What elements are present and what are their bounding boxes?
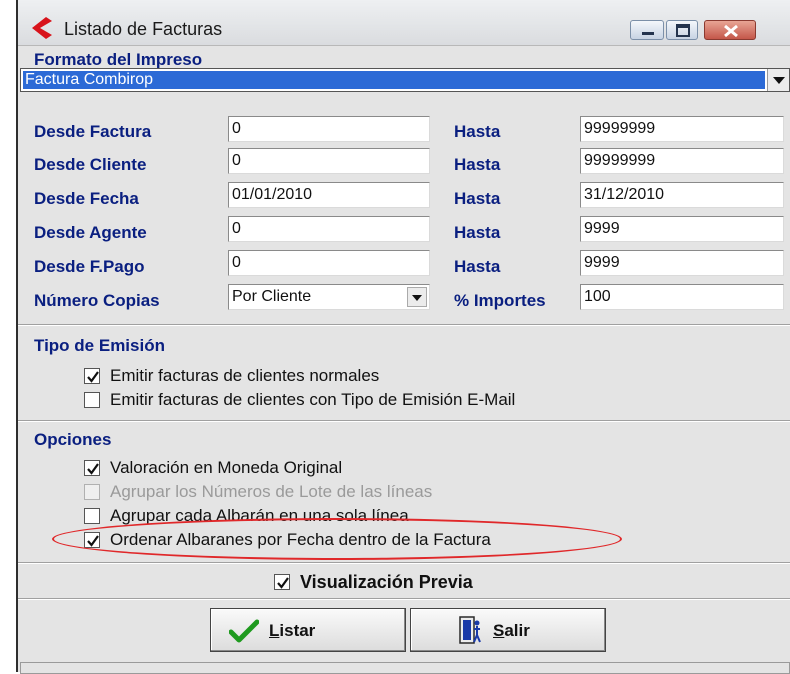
opciones-title: Opciones [34, 430, 112, 449]
desde-cliente-input[interactable]: 0 [228, 148, 430, 174]
numero-copias-label: Número Copias [34, 291, 160, 310]
hasta-agente-label: Hasta [454, 223, 501, 242]
checkbox-label: Emitir facturas de clientes con Tipo de … [110, 390, 516, 409]
close-button[interactable] [704, 20, 756, 40]
checkmark-icon [229, 619, 259, 643]
hasta-fecha-input[interactable]: 31/12/2010 [580, 182, 784, 208]
checkbox-box[interactable] [84, 508, 100, 524]
listar-label: Listar [269, 621, 315, 641]
desde-fpago-label: Desde F.Pago [34, 257, 145, 276]
hasta-factura-input[interactable]: 99999999 [580, 116, 784, 142]
numero-copias-select[interactable]: Por Cliente [228, 284, 430, 310]
listar-label-rest: istar [279, 621, 316, 640]
exit-door-icon [459, 616, 481, 644]
hasta-factura-label: Hasta [454, 122, 501, 141]
checkbox-box[interactable] [84, 460, 100, 476]
format-selected-value: Factura Combirop [23, 71, 765, 89]
checkbox-label: Emitir facturas de clientes normales [110, 366, 380, 385]
status-bar [20, 662, 790, 674]
title-bar[interactable]: Listado de Facturas [18, 0, 790, 46]
salir-button[interactable]: Salir [410, 608, 606, 652]
close-icon [724, 24, 738, 38]
chevron-down-icon[interactable] [407, 287, 427, 307]
importes-input[interactable]: 100 [580, 284, 784, 310]
format-select[interactable]: Factura Combirop [20, 68, 790, 92]
desde-factura-input[interactable]: 0 [228, 116, 430, 142]
hasta-fpago-input[interactable]: 9999 [580, 250, 784, 276]
checkmark-icon [87, 371, 99, 383]
app-logo-icon [32, 17, 52, 39]
checkbox-box[interactable] [84, 368, 100, 384]
importes-label: % Importes [454, 291, 546, 310]
checkbox-box [84, 484, 100, 500]
format-dropdown-button[interactable] [767, 69, 789, 91]
separator [18, 420, 790, 422]
numero-copias-value: Por Cliente [232, 288, 312, 305]
desde-agente-label: Desde Agente [34, 223, 147, 242]
listado-facturas-window: Listado de Facturas Formato del Impreso … [16, 0, 790, 674]
desde-factura-label: Desde Factura [34, 122, 152, 141]
minimize-icon [642, 32, 654, 35]
separator [18, 324, 790, 326]
hasta-agente-input[interactable]: 9999 [580, 216, 784, 242]
hasta-cliente-label: Hasta [454, 155, 501, 174]
listar-button[interactable]: Listar [210, 608, 406, 652]
hasta-cliente-input[interactable]: 99999999 [580, 148, 784, 174]
separator [18, 562, 790, 564]
minimize-button[interactable] [630, 20, 664, 40]
checkbox-label: Visualización Previa [300, 572, 473, 592]
separator [18, 598, 790, 600]
salir-label: Salir [493, 621, 530, 641]
listar-mnemonic: L [269, 621, 280, 640]
salir-mnemonic: S [493, 621, 505, 640]
hasta-fpago-label: Hasta [454, 257, 501, 276]
format-section-title: Formato del Impreso [34, 50, 203, 69]
desde-cliente-label: Desde Cliente [34, 155, 147, 174]
desde-fecha-label: Desde Fecha [34, 189, 139, 208]
checkmark-icon [87, 463, 99, 475]
desde-fpago-input[interactable]: 0 [228, 250, 430, 276]
desde-fecha-input[interactable]: 01/01/2010 [228, 182, 430, 208]
hasta-fecha-label: Hasta [454, 189, 501, 208]
highlight-ellipse [52, 518, 622, 560]
window-title: Listado de Facturas [64, 19, 223, 39]
checkbox-box[interactable] [84, 392, 100, 408]
checkbox-box[interactable] [274, 574, 290, 590]
checkbox-label: Valoración en Moneda Original [110, 458, 343, 477]
tipo-emision-title: Tipo de Emisión [34, 336, 165, 355]
desde-agente-input[interactable]: 0 [228, 216, 430, 242]
checkmark-icon [277, 577, 289, 589]
salir-label-rest: alir [504, 621, 530, 640]
checkbox-label: Agrupar los Números de Lote de las línea… [110, 482, 433, 501]
maximize-button[interactable] [666, 20, 698, 40]
maximize-icon [676, 24, 690, 37]
